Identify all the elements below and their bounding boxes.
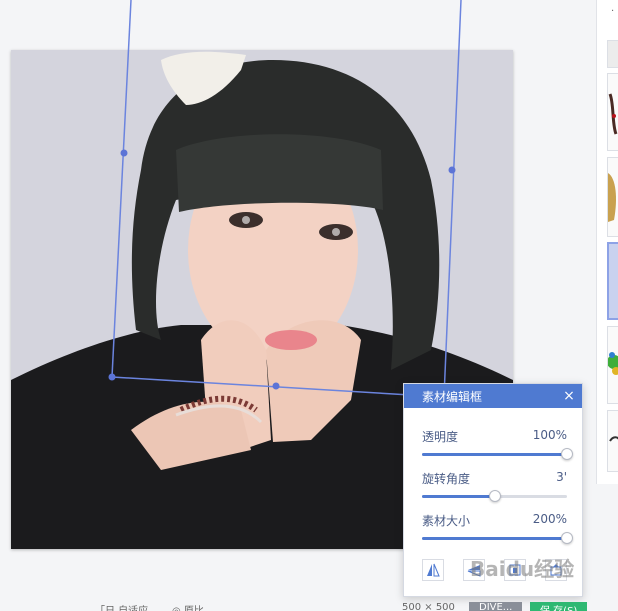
material-thumb-3[interactable] — [607, 157, 618, 237]
flip-horizontal-icon[interactable] — [422, 559, 444, 581]
opacity-label: 透明度 — [422, 430, 459, 444]
material-thumb-2[interactable] — [607, 73, 618, 151]
material-thumbnail-strip: · — [596, 0, 618, 484]
rotation-slider-knob[interactable] — [488, 490, 501, 502]
watermark-text: Baidu经验 — [470, 557, 575, 581]
panel-header: 素材编辑框 × — [404, 384, 582, 408]
original-ratio-option[interactable]: ◎ 原比 — [172, 602, 204, 611]
material-thumb-4-selected[interactable] — [607, 242, 618, 320]
size-control: 素材大小 200% — [422, 512, 573, 544]
opacity-slider-knob[interactable] — [561, 448, 573, 460]
fit-to-screen-option[interactable]: 「日 自适应 — [95, 602, 148, 611]
gray-action-button[interactable]: DIVE... — [469, 602, 523, 611]
save-button[interactable]: 保 存(S) — [530, 602, 588, 611]
rotation-control: 旋转角度 3' — [422, 470, 567, 502]
size-slider[interactable] — [422, 532, 573, 544]
rotation-slider[interactable] — [422, 490, 567, 502]
canvas-dimensions: 500 × 500 — [402, 602, 455, 611]
rotation-value: 3' — [556, 470, 567, 484]
opacity-value: 100% — [532, 428, 567, 442]
opacity-slider[interactable] — [422, 448, 573, 460]
size-label: 素材大小 — [422, 514, 471, 528]
material-thumb-6[interactable] — [607, 410, 618, 472]
close-icon[interactable]: × — [562, 388, 576, 404]
panel-title: 素材编辑框 — [422, 389, 483, 404]
size-value: 200% — [532, 512, 567, 526]
material-thumb-5[interactable] — [607, 326, 618, 404]
opacity-control: 透明度 100% — [422, 428, 573, 460]
rotation-label: 旋转角度 — [422, 472, 471, 486]
material-thumb-1[interactable] — [607, 40, 618, 68]
editor-stage: · 素材编辑框 × 透明度 100% 旋转角度 3' 素材大小 200% Bai… — [0, 0, 618, 611]
size-slider-knob[interactable] — [561, 532, 573, 544]
strip-top-mark: · — [611, 6, 615, 17]
bottom-toolbar: 「日 自适应 ◎ 原比 500 × 500 DIVE... 保 存(S) — [0, 600, 618, 611]
